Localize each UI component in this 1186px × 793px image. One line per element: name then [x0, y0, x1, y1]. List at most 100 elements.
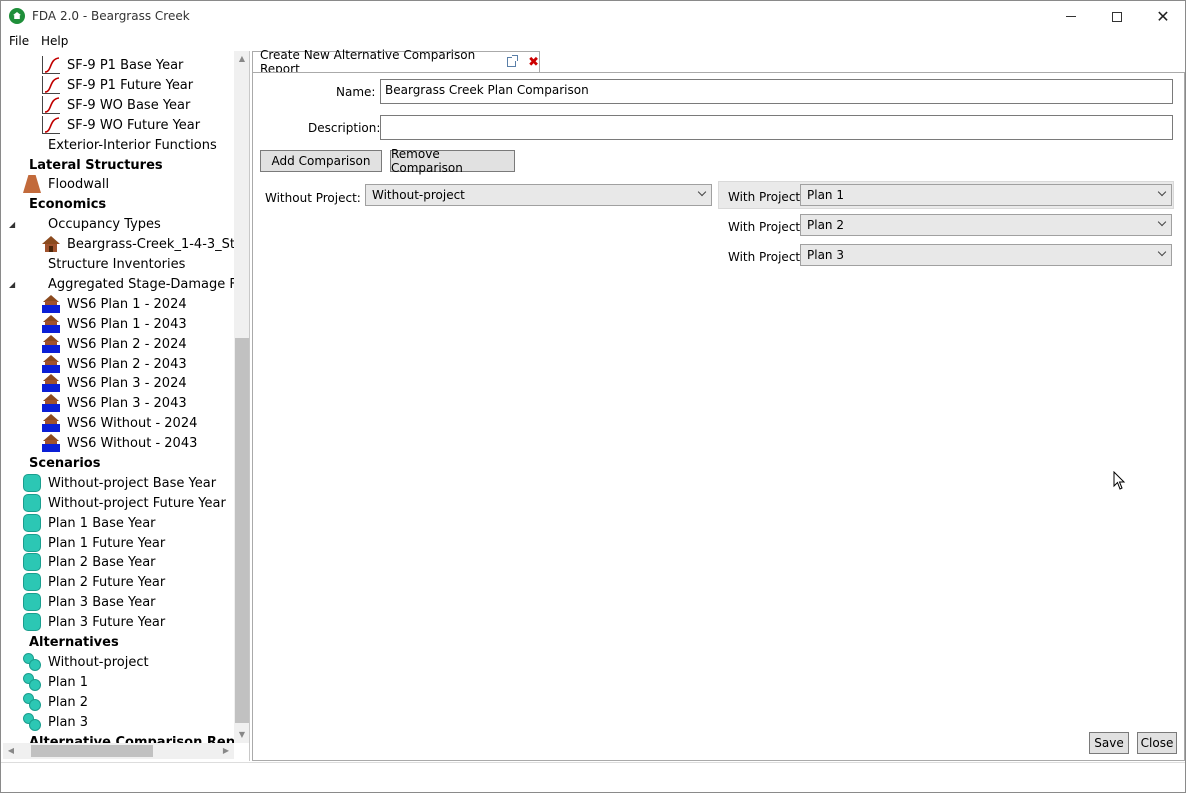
with-project-select-2[interactable]: Plan 2 [800, 214, 1172, 236]
vertical-scroll-thumb[interactable] [235, 338, 249, 723]
alternative-icon [23, 653, 41, 671]
tree-vertical-scrollbar[interactable]: ▲ ▼ [234, 51, 249, 743]
title-bar: FDA 2.0 - Beargrass Creek ✕ [1, 1, 1185, 32]
tree-item[interactable]: WS6 Plan 2 - 2043 [42, 354, 187, 374]
close-button[interactable]: Close [1137, 732, 1177, 754]
scroll-left-icon[interactable]: ◀ [3, 743, 19, 759]
tree-item-label: Beargrass-Creek_1-4-3_Stu [67, 236, 234, 252]
tree-item[interactable]: Plan 2 Future Year [23, 572, 165, 592]
tree-item[interactable]: Plan 3 [23, 712, 88, 732]
scroll-down-icon[interactable]: ▼ [234, 727, 249, 743]
curve-icon [42, 116, 60, 134]
without-project-select[interactable]: Without-project [365, 184, 712, 206]
tree-item-label: Occupancy Types [48, 216, 161, 232]
scenario-icon [23, 514, 41, 532]
tree-item-label: SF-9 P1 Future Year [67, 77, 194, 93]
tree-item-label: WS6 Plan 1 - 2024 [67, 296, 187, 312]
menu-bar: File Help [1, 32, 1185, 51]
scenario-icon [23, 494, 41, 512]
tree-item-label: WS6 Plan 3 - 2043 [67, 395, 187, 411]
tree-horizontal-scrollbar[interactable]: ◀ ▶ [3, 743, 234, 759]
tree-item[interactable]: Lateral Structures [29, 155, 163, 175]
editor-tabs: Create New Alternative Comparison Report… [252, 48, 1185, 76]
comparison-report-editor: Name: Beargrass Creek Plan Comparison De… [252, 72, 1185, 761]
maximize-button[interactable] [1094, 1, 1140, 32]
tree-item-label: SF-9 WO Base Year [67, 97, 191, 113]
with-project-select-3[interactable]: Plan 3 [800, 244, 1172, 266]
chevron-down-icon [697, 187, 707, 197]
tree-item-label: Plan 1 Future Year [48, 535, 166, 551]
with-project-value-3: Plan 3 [807, 248, 844, 262]
with-project-select-1[interactable]: Plan 1 [800, 184, 1172, 206]
chevron-down-icon [1157, 247, 1167, 257]
tree-item-label: Structure Inventories [48, 256, 186, 272]
study-tree[interactable]: SF-9 P1 Base Year SF-9 P1 Future Year SF-9… [3, 51, 234, 743]
tree-item[interactable]: Plan 2 Base Year [23, 552, 156, 572]
description-input[interactable] [380, 115, 1173, 140]
minimize-icon [1066, 16, 1076, 17]
tree-item[interactable]: WS6 Without - 2024 [42, 413, 197, 433]
scenario-icon [23, 474, 41, 492]
tree-item-label: Plan 1 [48, 674, 89, 690]
tree-item[interactable]: Plan 1 Future Year [23, 533, 165, 553]
expander-icon[interactable]: ◢ [9, 280, 15, 289]
tree-item-label: Floodwall [48, 176, 110, 192]
tree-item[interactable]: Plan 3 Future Year [23, 612, 165, 632]
name-input[interactable]: Beargrass Creek Plan Comparison [380, 79, 1173, 104]
name-label: Name: [336, 85, 376, 99]
curve-icon [42, 76, 60, 94]
tree-item[interactable]: WS6 Plan 3 - 2043 [42, 393, 187, 413]
tree-item[interactable]: SF-9 WO Base Year [42, 95, 190, 115]
scenario-icon [23, 534, 41, 552]
tree-item[interactable]: Plan 3 Base Year [23, 592, 156, 612]
tree-item[interactable]: Scenarios [29, 453, 100, 473]
tree-item-label: Exterior-Interior Functions [48, 137, 217, 153]
tree-item[interactable]: SF-9 WO Future Year [42, 115, 200, 135]
tree-item[interactable]: Economics [29, 194, 106, 214]
menu-file[interactable]: File [9, 34, 29, 48]
tab-create-comparison-report[interactable]: Create New Alternative Comparison Report… [252, 48, 540, 76]
app-home-icon [9, 8, 25, 24]
tree-item[interactable]: WS6 Plan 3 - 2024 [42, 373, 187, 393]
tree-item[interactable]: Alternatives [29, 632, 119, 652]
tree-item[interactable]: Floodwall [23, 174, 109, 194]
description-label: Description: [308, 121, 381, 135]
tree-item[interactable]: WS6 Plan 2 - 2024 [42, 334, 187, 354]
tree-item[interactable]: Plan 1 Base Year [23, 513, 156, 533]
menu-help[interactable]: Help [41, 34, 68, 48]
tree-item[interactable]: ◢ Occupancy Types [9, 214, 161, 234]
tree-item[interactable]: SF-9 P1 Future Year [42, 75, 193, 95]
horizontal-scroll-thumb[interactable] [31, 745, 153, 757]
scroll-right-icon[interactable]: ▶ [218, 743, 234, 759]
expander-icon[interactable]: ◢ [9, 220, 15, 229]
tree-item-label: Plan 2 Base Year [48, 554, 156, 570]
tree-item[interactable]: SF-9 P1 Base Year [42, 55, 183, 75]
alternative-icon [23, 713, 41, 731]
minimize-button[interactable] [1048, 1, 1094, 32]
close-window-button[interactable]: ✕ [1140, 1, 1186, 32]
tree-item[interactable]: Alternative Comparison Report [29, 732, 234, 744]
tree-item[interactable]: Without-project Base Year [23, 473, 216, 493]
tree-item[interactable]: Exterior-Interior Functions [48, 135, 217, 155]
close-tab-icon[interactable]: ✖ [528, 55, 539, 70]
tree-item[interactable]: WS6 Plan 1 - 2043 [42, 314, 187, 334]
scroll-up-icon[interactable]: ▲ [234, 51, 249, 67]
tree-item[interactable]: WS6 Without - 2043 [42, 433, 197, 453]
add-comparison-button[interactable]: Add Comparison [260, 150, 382, 172]
tree-item[interactable]: Without-project [23, 652, 149, 672]
tree-item[interactable]: WS6 Plan 1 - 2024 [42, 294, 187, 314]
tree-item[interactable]: Structure Inventories [48, 254, 185, 274]
tree-item-label: Scenarios [29, 455, 101, 471]
status-bar [1, 762, 1185, 792]
tree-item[interactable]: Without-project Future Year [23, 493, 226, 513]
chevron-down-icon [1157, 217, 1167, 227]
tree-item[interactable]: Beargrass-Creek_1-4-3_Stu [42, 234, 234, 254]
popout-icon[interactable] [506, 55, 519, 67]
tree-item[interactable]: Plan 2 [23, 692, 88, 712]
curve-icon [42, 56, 60, 74]
remove-comparison-button[interactable]: Remove Comparison [390, 147, 515, 175]
tree-item[interactable]: Plan 1 [23, 672, 88, 692]
save-button[interactable]: Save [1089, 732, 1129, 754]
tree-item[interactable]: ◢ Aggregated Stage-Damage Fu [9, 274, 234, 294]
without-project-value: Without-project [372, 188, 465, 202]
